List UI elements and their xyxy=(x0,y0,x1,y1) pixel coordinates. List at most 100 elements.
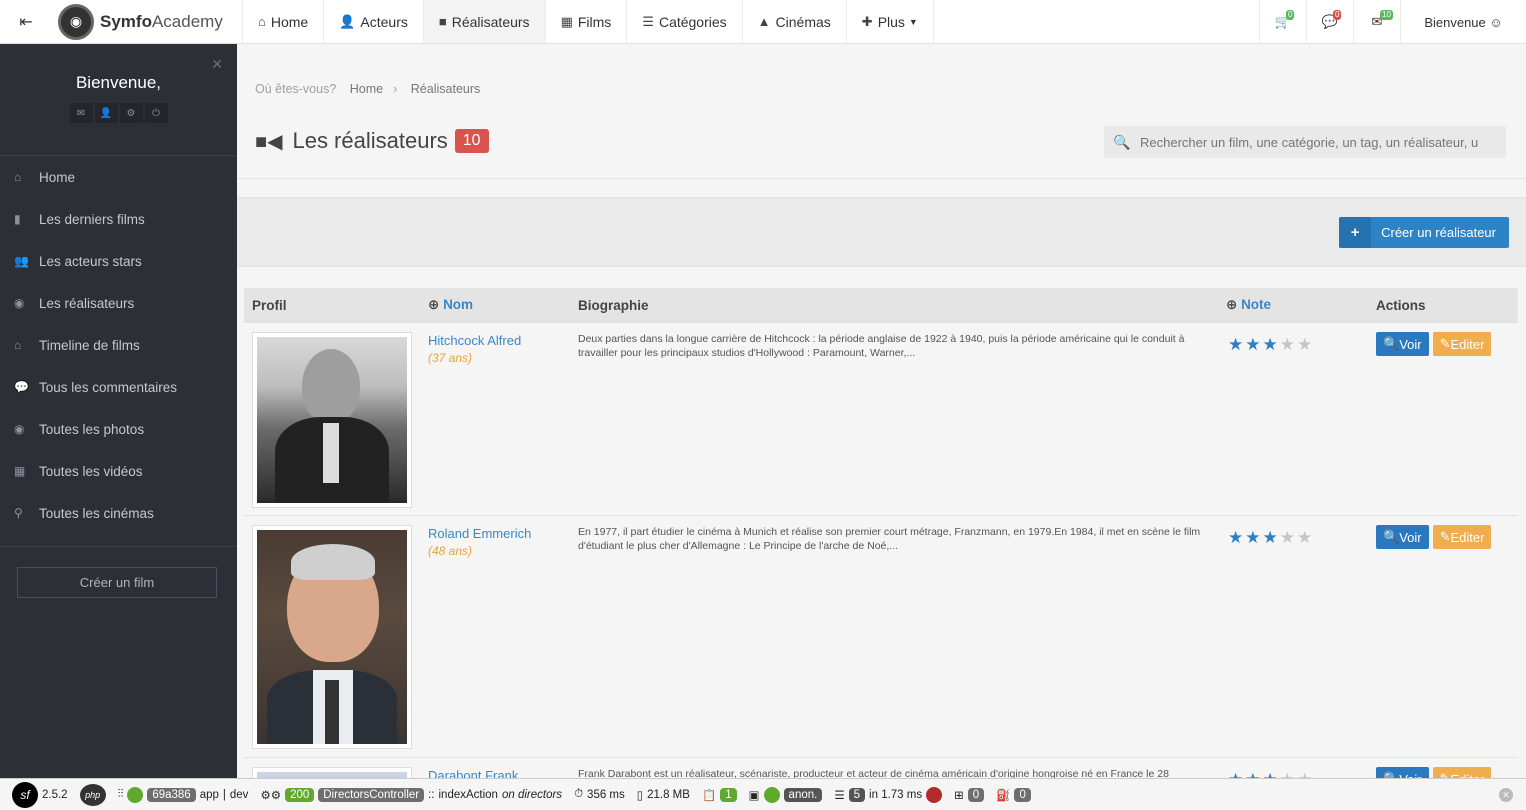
messages-button[interactable]: ✉ 10 xyxy=(1353,0,1400,44)
logo-icon: ◉ xyxy=(58,3,94,40)
pencil-icon: ✎ xyxy=(1439,529,1451,544)
col-nom[interactable]: ⊕ Nom xyxy=(428,297,473,313)
sidebar-divider xyxy=(0,546,237,547)
camera-icon: ◉ xyxy=(14,296,25,310)
brand[interactable]: ◉ SymfoAcademy xyxy=(52,0,242,43)
gear-icon[interactable]: ⚙ xyxy=(119,103,143,123)
breadcrumb-separator: › xyxy=(393,82,398,96)
brand-name: SymfoAcademy xyxy=(100,11,223,31)
sf-forms[interactable]: ⊞ 0 xyxy=(948,779,990,810)
sf-config[interactable]: ⫶⫶ 69a386 app | dev xyxy=(112,779,255,810)
main-content: Où êtes-vous? Home › Réalisateurs ■◀ Les … xyxy=(237,44,1526,778)
director-bio: Deux parties dans la longue carrière de … xyxy=(578,333,1185,359)
sidebar-greeting: Bienvenue, xyxy=(75,73,162,92)
star-empty-icon: ★★ xyxy=(1280,770,1314,778)
power-icon[interactable]: ⏻ xyxy=(144,103,168,123)
view-button[interactable]: 🔍Voir xyxy=(1376,332,1429,356)
user-icon: 👤 xyxy=(339,13,356,29)
status-leaf-icon xyxy=(127,786,144,803)
map-marker-icon: ⚲ xyxy=(14,506,23,520)
sidebar-item-videos[interactable]: ▦ Toutes les vidéos xyxy=(0,450,237,492)
separator: :: xyxy=(428,788,435,801)
star-empty-icon: ★★ xyxy=(1279,335,1315,354)
sf-database[interactable]: ☰ 5 in 1.73 ms xyxy=(828,779,948,810)
database-icon: ☰ xyxy=(834,789,845,802)
sidebar-item-acteurs-stars[interactable]: 👥 Les acteurs stars xyxy=(0,240,237,282)
sf-time[interactable]: ⏱ 356 ms xyxy=(568,779,631,810)
cart-button[interactable]: 🛒 0 xyxy=(1259,0,1306,44)
nav-films[interactable]: ▦ Films xyxy=(546,0,628,43)
plus-icon: ✚ xyxy=(861,13,873,29)
close-icon[interactable]: ✕ xyxy=(211,56,223,73)
sidebar-item-commentaires[interactable]: 💬 Tous les commentaires xyxy=(0,366,237,408)
envelope-icon[interactable]: ✉ xyxy=(69,103,93,123)
director-name[interactable]: Roland Emmerich xyxy=(428,526,531,541)
sf-php[interactable]: php xyxy=(74,779,112,810)
sf-request[interactable]: ⚙⚙ 200 DirectorsController:: indexAction on … xyxy=(254,779,568,810)
caret-down-icon: ▼ xyxy=(908,16,918,27)
nav-plus-dropdown[interactable]: ✚ Plus ▼ xyxy=(847,0,934,43)
sf-logs[interactable]: 📋 1 xyxy=(696,779,743,810)
sidebar-quick-actions: ✉ 👤 ⚙ ⏻ xyxy=(0,103,237,123)
top-right-tools: 🛒 0 💬 0 ✉ 10 Bienvenue ☺ xyxy=(1259,0,1526,44)
director-photo[interactable] xyxy=(252,525,412,749)
sidebar-item-timeline[interactable]: ⌂ Timeline de films xyxy=(0,324,237,366)
sidebar: ✕ Bienvenue, ✉ 👤 ⚙ ⏻ ⌂ Home ▮ Les derniers… xyxy=(0,44,237,778)
search-icon: 🔍 xyxy=(1383,529,1400,544)
nav-cinemas[interactable]: ▲ Cinémas xyxy=(743,0,847,43)
edit-button[interactable]: ✎ Editer xyxy=(1432,332,1492,356)
nav-categories[interactable]: ☰ Catégories xyxy=(627,0,743,43)
sf-memory[interactable]: ▯ 21.8 MB xyxy=(631,779,696,810)
sf-security[interactable]: ▣ anon. xyxy=(743,779,829,810)
stopwatch-icon: ⏱ xyxy=(574,788,584,800)
close-toolbar-icon[interactable]: ✕ xyxy=(1499,788,1513,802)
comments-button[interactable]: 💬 0 xyxy=(1306,0,1353,44)
director-photo[interactable] xyxy=(252,332,412,508)
star-icon: ★★★ xyxy=(1228,335,1280,354)
breadcrumb-home[interactable]: Home xyxy=(350,82,383,96)
nav-realisateurs[interactable]: ■ Réalisateurs xyxy=(423,0,546,43)
sidebar-menu: ⌂ Home ▮ Les derniers films 👥 Les acteurs s… xyxy=(0,155,237,534)
edit-button[interactable]: ✎ Editer xyxy=(1432,767,1492,778)
nav-home[interactable]: ⌂ Home xyxy=(242,0,325,43)
sidebar-item-photos[interactable]: ◉ Toutes les photos xyxy=(0,408,237,450)
director-name[interactable]: Hitchcock Alfred xyxy=(428,333,521,348)
separator: | xyxy=(222,788,226,801)
col-note[interactable]: ⊕ Note xyxy=(1226,297,1271,313)
breadcrumb: Où êtes-vous? Home › Réalisateurs xyxy=(255,82,490,96)
col-actions: Actions xyxy=(1376,297,1426,313)
fuel-icon: ⛽ xyxy=(996,789,1011,802)
view-button[interactable]: 🔍Voir xyxy=(1376,767,1429,778)
php-icon: php xyxy=(79,783,106,806)
home-icon: ⌂ xyxy=(258,14,266,29)
sf-events[interactable]: ⛽ 0 xyxy=(990,779,1037,810)
sidebar-toggle-icon[interactable]: ⇤ xyxy=(0,0,52,43)
gears-icon: ⚙⚙ xyxy=(260,789,282,802)
divider xyxy=(237,178,1526,179)
sidebar-item-realisateurs[interactable]: ◉ Les réalisateurs xyxy=(0,282,237,324)
sf-version[interactable]: sf 2.5.2 xyxy=(0,779,74,810)
rating-stars: ★★★★★ xyxy=(1228,770,1314,778)
edit-button[interactable]: ✎ Editer xyxy=(1432,525,1492,549)
nav-acteurs[interactable]: 👤 Acteurs xyxy=(324,0,424,43)
star-icon: ★★★ xyxy=(1228,528,1280,547)
director-photo[interactable] xyxy=(252,767,412,778)
sort-icon: ⊕ xyxy=(1226,297,1242,312)
director-name[interactable]: Darabont Frank xyxy=(428,768,518,778)
user-menu[interactable]: Bienvenue ☺ xyxy=(1400,0,1526,44)
create-film-button[interactable]: Créer un film xyxy=(17,567,217,598)
create-director-button[interactable]: + Créer un réalisateur xyxy=(1339,217,1509,248)
row-actions: 🔍Voir ✎ Editer xyxy=(1376,332,1492,356)
memory-icon: ▯ xyxy=(636,789,644,802)
sidebar-item-derniers-films[interactable]: ▮ Les derniers films xyxy=(0,198,237,240)
messages-badge: 10 xyxy=(1380,10,1393,20)
user-icon[interactable]: 👤 xyxy=(94,103,118,123)
sidebar-item-cinemas[interactable]: ⚲ Toutes les cinémas xyxy=(0,492,237,534)
main-nav: ⌂ Home 👤 Acteurs ■ Réalisateurs ▦ Films ☰ Cat… xyxy=(242,0,934,43)
home-icon: ⌂ xyxy=(14,338,22,352)
view-button[interactable]: 🔍Voir xyxy=(1376,525,1429,549)
sidebar-item-home[interactable]: ⌂ Home xyxy=(0,156,237,198)
users-icon: 👥 xyxy=(14,254,29,268)
search-input[interactable] xyxy=(1140,134,1500,150)
portrait-image xyxy=(257,337,407,503)
